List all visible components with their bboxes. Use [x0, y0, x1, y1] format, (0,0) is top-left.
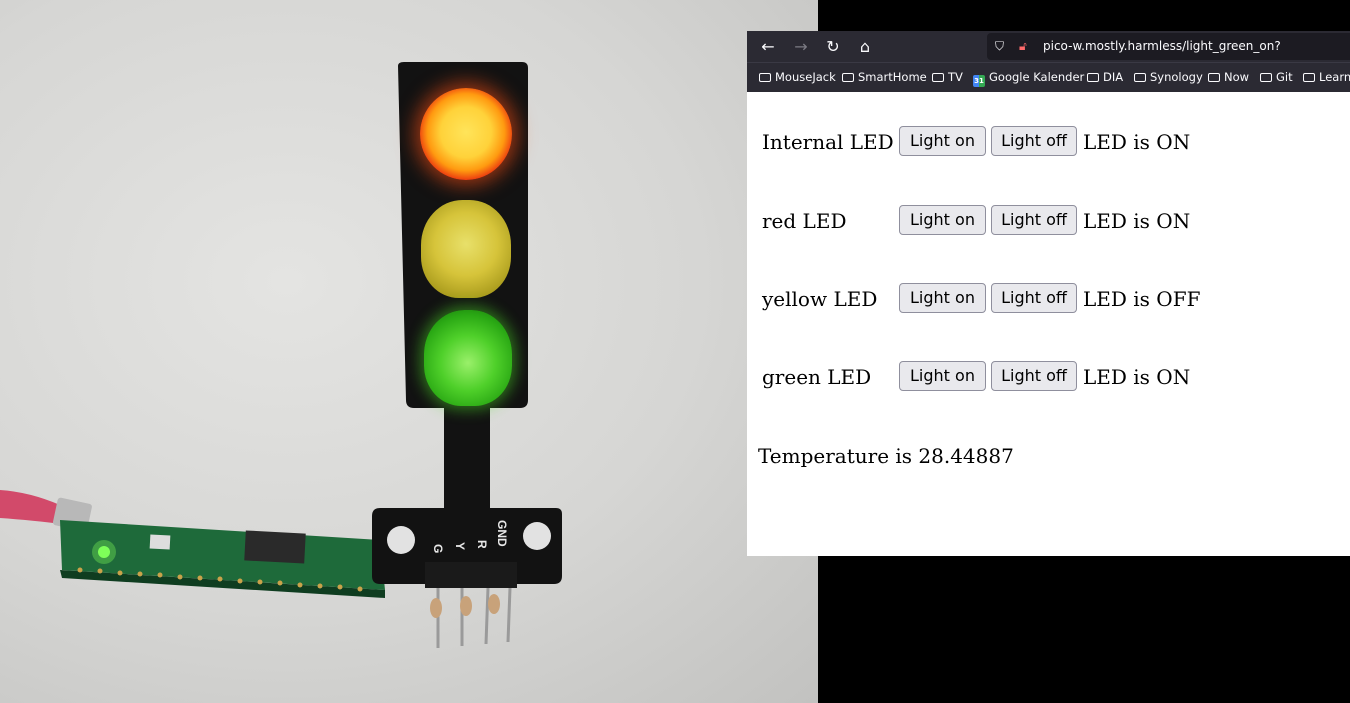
bookmark-smarthome[interactable]: SmartHome: [842, 63, 927, 92]
traffic-led-red: [420, 88, 512, 180]
row-label: Internal LED: [762, 130, 894, 154]
pico-chip: [244, 530, 306, 564]
bookmark-google-kalender[interactable]: 31 Google Kalender: [973, 63, 1084, 92]
pin-label-g: G: [431, 544, 445, 553]
bookmark-learn[interactable]: Learn: [1303, 63, 1350, 92]
internal-led-off-button[interactable]: Light off: [991, 126, 1077, 156]
folder-icon: [1208, 73, 1220, 82]
bookmark-tv[interactable]: TV: [932, 63, 963, 92]
red-led-on-button[interactable]: Light on: [899, 205, 986, 235]
calendar-icon: 31: [973, 75, 985, 87]
folder-icon: [1260, 73, 1272, 82]
folder-icon: [1303, 73, 1315, 82]
photo-pico-traffic-light: GND R Y G: [0, 0, 818, 703]
row-label: green LED: [762, 365, 872, 389]
folder-icon: [842, 73, 854, 82]
green-led-on-button[interactable]: Light on: [899, 361, 986, 391]
internal-led-on-button[interactable]: Light on: [899, 126, 986, 156]
yellow-led-status: LED is OFF: [1083, 287, 1201, 311]
green-led-status: LED is ON: [1083, 365, 1191, 389]
mount-hole-right: [523, 522, 551, 550]
forward-arrow-icon[interactable]: →: [789, 35, 813, 59]
page-content: Internal LED Light on Light off LED is O…: [747, 92, 1350, 556]
browser-window: ← → ↻ ⌂ ⛉ 🔓︎ pico-w.mostly.harmless/ligh…: [747, 31, 1350, 556]
pin-label-y: Y: [453, 542, 467, 550]
red-led-off-button[interactable]: Light off: [991, 205, 1077, 235]
internal-led-status: LED is ON: [1083, 130, 1191, 154]
url-bar[interactable]: ⛉ 🔓︎ pico-w.mostly.harmless/light_green_…: [987, 33, 1350, 60]
traffic-led-yellow: [421, 200, 511, 298]
pin-label-r: R: [475, 540, 489, 549]
pin-label-gnd: GND: [495, 520, 509, 547]
row-label: yellow LED: [762, 287, 878, 311]
photo-drawing: GND R Y G: [0, 62, 562, 648]
home-icon[interactable]: ⌂: [853, 35, 877, 59]
folder-icon: [1087, 73, 1099, 82]
pin-header: [425, 562, 517, 588]
folder-icon: [932, 73, 944, 82]
yellow-led-on-button[interactable]: Light on: [899, 283, 986, 313]
folder-icon: [759, 73, 771, 82]
bookmarks-toolbar: MouseJack SmartHome TV 31 Google Kalender…: [747, 62, 1350, 92]
folder-icon: [1134, 73, 1146, 82]
green-led-off-button[interactable]: Light off: [991, 361, 1077, 391]
traffic-led-green: [424, 310, 512, 406]
bookmark-mousejack[interactable]: MouseJack: [759, 63, 836, 92]
insecure-lock-icon[interactable]: 🔓︎: [1019, 33, 1027, 60]
back-arrow-icon[interactable]: ←: [756, 35, 780, 59]
temperature-readout: Temperature is 28.44887: [758, 444, 1014, 468]
bookmark-synology[interactable]: Synology: [1134, 63, 1203, 92]
mount-hole-left: [387, 526, 415, 554]
yellow-led-off-button[interactable]: Light off: [991, 283, 1077, 313]
red-led-status: LED is ON: [1083, 209, 1191, 233]
bookmark-dia[interactable]: DIA: [1087, 63, 1123, 92]
shield-icon[interactable]: ⛉: [995, 33, 1004, 60]
bookmark-git[interactable]: Git: [1260, 63, 1293, 92]
url-text[interactable]: pico-w.mostly.harmless/light_green_on?: [1043, 33, 1281, 60]
row-label: red LED: [762, 209, 847, 233]
bookmark-now[interactable]: Now: [1208, 63, 1249, 92]
reload-icon[interactable]: ↻: [821, 35, 845, 59]
browser-toolbar: ← → ↻ ⌂ ⛉ 🔓︎ pico-w.mostly.harmless/ligh…: [747, 31, 1350, 62]
